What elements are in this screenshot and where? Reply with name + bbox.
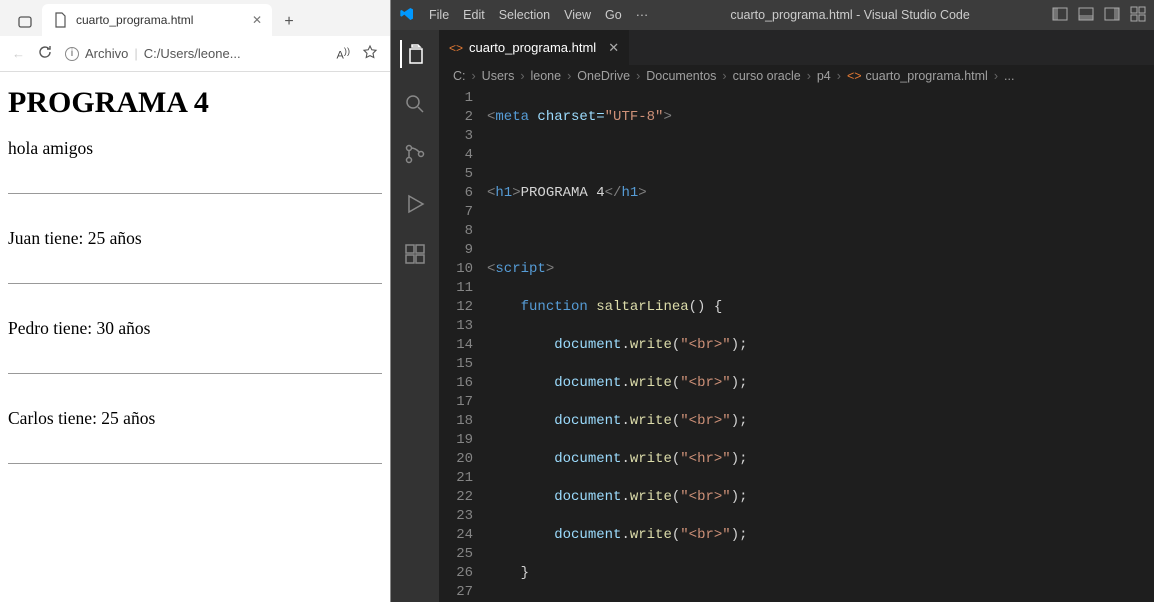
page-line: Juan tiene: 25 años (8, 228, 382, 249)
vscode-logo-icon (399, 6, 415, 25)
tab-actions-button[interactable] (8, 8, 42, 36)
vscode-titlebar: File Edit Selection View Go ··· cuarto_p… (391, 0, 1154, 30)
toggle-secondary-icon[interactable] (1104, 6, 1120, 25)
layout-controls (1052, 6, 1146, 25)
menu-edit[interactable]: Edit (463, 8, 485, 22)
address-bar[interactable]: i Archivo | C:/Users/leone... (65, 46, 325, 61)
bc-item[interactable]: Documentos (646, 69, 716, 83)
customize-layout-icon[interactable] (1130, 6, 1146, 25)
bc-item[interactable]: ... (1004, 69, 1014, 83)
toggle-sidebar-icon[interactable] (1052, 6, 1068, 25)
page-heading: PROGRAMA 4 (8, 86, 382, 120)
read-aloud-button[interactable]: A)) (337, 46, 350, 62)
toggle-panel-icon[interactable] (1078, 6, 1094, 25)
browser-window: cuarto_programa.html ✕ + ← i Archivo | C… (0, 0, 391, 602)
browser-toolbar: ← i Archivo | C:/Users/leone... A)) (0, 36, 390, 72)
bc-item[interactable]: p4 (817, 69, 831, 83)
browser-tabbar: cuarto_programa.html ✕ + (0, 0, 390, 36)
page-line: Carlos tiene: 25 años (8, 408, 382, 429)
page-line: hola amigos (8, 138, 382, 159)
close-icon[interactable]: ✕ (252, 13, 262, 27)
editor-tab[interactable]: <> cuarto_programa.html ✕ (439, 30, 629, 65)
html-file-icon: <> (449, 41, 463, 55)
bc-item[interactable]: C: (453, 69, 466, 83)
line-gutter: 1234567891011121314151617181920212223242… (439, 87, 487, 602)
bc-item[interactable]: leone (531, 69, 562, 83)
window-title: cuarto_programa.html - Visual Studio Cod… (662, 8, 1038, 22)
file-label: Archivo (85, 46, 128, 61)
favorite-button[interactable] (362, 44, 378, 63)
source-control-icon[interactable] (401, 140, 429, 168)
bc-item[interactable]: Users (482, 69, 515, 83)
refresh-button[interactable] (37, 44, 53, 63)
bc-item[interactable]: <> cuarto_programa.html (847, 69, 988, 83)
code-content[interactable]: <meta charset="UTF-8"> <h1>PROGRAMA 4</h… (487, 87, 1154, 602)
info-icon: i (65, 47, 79, 61)
menu-more[interactable]: ··· (636, 8, 649, 22)
breadcrumb[interactable]: C:› Users› leone› OneDrive› Documentos› … (439, 65, 1154, 87)
file-path: C:/Users/leone... (144, 46, 241, 61)
vscode-window: File Edit Selection View Go ··· cuarto_p… (391, 0, 1154, 602)
bc-item[interactable]: OneDrive (577, 69, 630, 83)
menu-selection[interactable]: Selection (499, 8, 550, 22)
search-icon[interactable] (401, 90, 429, 118)
new-tab-button[interactable]: + (272, 8, 306, 36)
editor-tabs: <> cuarto_programa.html ✕ (439, 30, 1154, 65)
close-icon[interactable]: ✕ (608, 40, 619, 56)
page-icon (52, 12, 68, 28)
editor-tab-label: cuarto_programa.html (469, 40, 596, 55)
browser-tab[interactable]: cuarto_programa.html ✕ (42, 4, 272, 36)
browser-page: PROGRAMA 4 hola amigos Juan tiene: 25 añ… (0, 72, 390, 602)
menu-go[interactable]: Go (605, 8, 622, 22)
bc-item[interactable]: curso oracle (733, 69, 801, 83)
menu-file[interactable]: File (429, 8, 449, 22)
run-icon[interactable] (401, 190, 429, 218)
explorer-icon[interactable] (400, 40, 428, 68)
addr-divider: | (134, 46, 137, 61)
activity-bar (391, 30, 439, 602)
browser-tab-title: cuarto_programa.html (76, 13, 193, 27)
code-editor[interactable]: 1234567891011121314151617181920212223242… (439, 87, 1154, 602)
page-line: Pedro tiene: 30 años (8, 318, 382, 339)
back-button[interactable]: ← (12, 46, 25, 61)
menu-view[interactable]: View (564, 8, 591, 22)
extensions-icon[interactable] (401, 240, 429, 268)
